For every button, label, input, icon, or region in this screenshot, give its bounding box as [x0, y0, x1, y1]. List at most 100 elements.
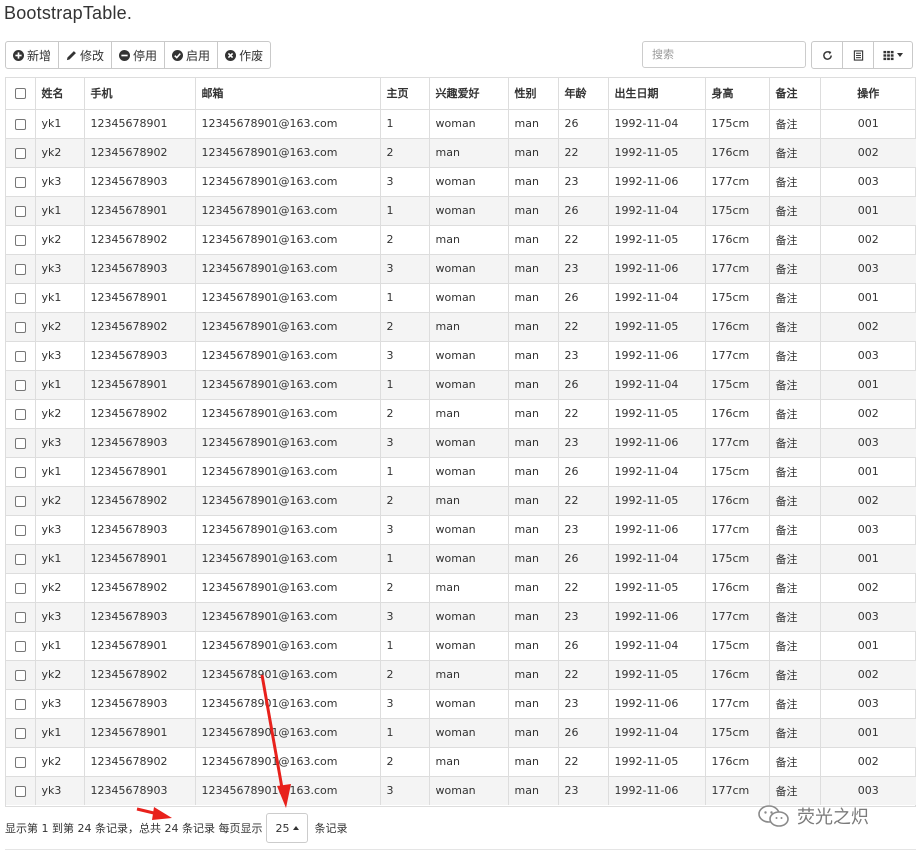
row-select-cell[interactable]: [6, 340, 35, 370]
column-header-email[interactable]: 邮箱: [194, 78, 380, 109]
edit-button[interactable]: 修改: [58, 41, 113, 69]
table-row[interactable]: yk3 12345678903 12345678901@163.com 3 woman m…: [6, 601, 916, 631]
row-select-cell[interactable]: [6, 195, 35, 225]
row-select-cell[interactable]: [6, 456, 35, 486]
table-row[interactable]: yk3 12345678903 12345678901@163.com 3 woman m…: [6, 775, 916, 805]
row-checkbox[interactable]: [14, 524, 26, 536]
row-checkbox[interactable]: [14, 785, 26, 797]
row-checkbox[interactable]: [14, 611, 26, 623]
cell-homepage: 2: [379, 137, 429, 167]
table-row[interactable]: yk1 12345678901 12345678901@163.com 1 woman m…: [6, 456, 916, 486]
table-row[interactable]: yk2 12345678902 12345678901@163.com 2 man man…: [6, 485, 916, 515]
table-row[interactable]: yk2 12345678902 12345678901@163.com 2 man man…: [6, 572, 916, 602]
table-row[interactable]: yk1 12345678901 12345678901@163.com 1 woman m…: [6, 282, 916, 312]
row-select-cell[interactable]: [6, 485, 35, 515]
table-row[interactable]: yk1 12345678901 12345678901@163.com 1 woman m…: [6, 108, 916, 138]
row-checkbox[interactable]: [14, 640, 26, 652]
table-row[interactable]: yk3 12345678903 12345678901@163.com 3 woman m…: [6, 166, 916, 196]
table-row[interactable]: yk3 12345678903 12345678901@163.com 3 woman m…: [6, 427, 916, 457]
cell-name: yk2: [34, 137, 84, 167]
row-select-cell[interactable]: [6, 282, 35, 312]
row-checkbox[interactable]: [14, 408, 26, 420]
row-checkbox[interactable]: [14, 466, 26, 478]
void-button[interactable]: 作废: [217, 41, 272, 69]
row-select-cell[interactable]: [6, 688, 35, 718]
row-select-cell[interactable]: [6, 717, 35, 747]
row-checkbox[interactable]: [14, 437, 26, 449]
row-select-cell[interactable]: [6, 369, 35, 399]
row-select-cell[interactable]: [6, 601, 35, 631]
row-select-cell[interactable]: [6, 398, 35, 428]
x-circle-icon: [225, 49, 237, 61]
table-row[interactable]: yk1 12345678901 12345678901@163.com 1 woman m…: [6, 369, 916, 399]
column-header-birthdate[interactable]: 出生日期: [607, 78, 705, 109]
table-row[interactable]: yk3 12345678903 12345678901@163.com 3 woman m…: [6, 688, 916, 718]
table-row[interactable]: yk2 12345678902 12345678901@163.com 2 man man…: [6, 137, 916, 167]
column-header-hobby[interactable]: 兴趣爱好: [428, 78, 508, 109]
row-select-cell[interactable]: [6, 224, 35, 254]
row-select-cell[interactable]: [6, 108, 35, 138]
row-checkbox[interactable]: [14, 756, 26, 768]
table-row[interactable]: yk2 12345678902 12345678901@163.com 2 man man…: [6, 224, 916, 254]
table-row[interactable]: yk1 12345678901 12345678901@163.com 1 woman m…: [6, 195, 916, 225]
row-checkbox[interactable]: [14, 263, 26, 275]
table-row[interactable]: yk3 12345678903 12345678901@163.com 3 woman m…: [6, 253, 916, 283]
column-header-actions[interactable]: 操作: [819, 78, 916, 109]
column-header-height[interactable]: 身高: [704, 78, 769, 109]
row-checkbox[interactable]: [14, 669, 26, 681]
table-row[interactable]: yk1 12345678901 12345678901@163.com 1 woman m…: [6, 717, 916, 747]
page-size-dropdown[interactable]: 25: [266, 813, 309, 843]
table-row[interactable]: yk3 12345678903 12345678901@163.com 3 woman m…: [6, 514, 916, 544]
select-all-cell[interactable]: [6, 78, 35, 109]
row-checkbox[interactable]: [14, 495, 26, 507]
row-select-cell[interactable]: [6, 630, 35, 660]
row-checkbox[interactable]: [14, 553, 26, 565]
row-select-cell[interactable]: [6, 775, 35, 805]
row-checkbox[interactable]: [14, 582, 26, 594]
column-header-name[interactable]: 姓名: [34, 78, 84, 109]
row-checkbox[interactable]: [14, 379, 26, 391]
row-checkbox[interactable]: [14, 321, 26, 333]
toggle-view-button[interactable]: [842, 41, 874, 69]
table-row[interactable]: yk1 12345678901 12345678901@163.com 1 woman m…: [6, 630, 916, 660]
column-header-gender[interactable]: 性别: [507, 78, 558, 109]
table-row[interactable]: yk2 12345678902 12345678901@163.com 2 man man…: [6, 746, 916, 776]
table-row[interactable]: yk1 12345678901 12345678901@163.com 1 woman m…: [6, 543, 916, 573]
column-header-age[interactable]: 年龄: [557, 78, 608, 109]
cell-name: yk3: [34, 166, 84, 196]
row-select-cell[interactable]: [6, 253, 35, 283]
column-header-phone[interactable]: 手机: [83, 78, 195, 109]
row-select-cell[interactable]: [6, 137, 35, 167]
table-row[interactable]: yk3 12345678903 12345678901@163.com 3 woman m…: [6, 340, 916, 370]
row-checkbox[interactable]: [14, 147, 26, 159]
row-select-cell[interactable]: [6, 659, 35, 689]
row-select-cell[interactable]: [6, 166, 35, 196]
table-row[interactable]: yk2 12345678902 12345678901@163.com 2 man man…: [6, 659, 916, 689]
row-select-cell[interactable]: [6, 427, 35, 457]
row-checkbox[interactable]: [14, 118, 26, 130]
select-all-checkbox[interactable]: [14, 88, 26, 100]
disable-button[interactable]: 停用: [111, 41, 166, 69]
table-row[interactable]: yk2 12345678902 12345678901@163.com 2 man man…: [6, 398, 916, 428]
row-select-cell[interactable]: [6, 543, 35, 573]
columns-button[interactable]: [873, 41, 913, 69]
column-header-homepage[interactable]: 主页: [379, 78, 429, 109]
row-checkbox[interactable]: [14, 727, 26, 739]
cell-birthdate: 1992-11-05: [607, 224, 705, 254]
row-checkbox[interactable]: [14, 205, 26, 217]
search-input[interactable]: [642, 41, 806, 68]
row-select-cell[interactable]: [6, 311, 35, 341]
row-select-cell[interactable]: [6, 572, 35, 602]
row-checkbox[interactable]: [14, 234, 26, 246]
row-checkbox[interactable]: [14, 292, 26, 304]
row-checkbox[interactable]: [14, 176, 26, 188]
row-select-cell[interactable]: [6, 514, 35, 544]
row-checkbox[interactable]: [14, 350, 26, 362]
enable-button[interactable]: 启用: [164, 41, 219, 69]
column-header-remark[interactable]: 备注: [768, 78, 820, 109]
add-button[interactable]: 新增: [5, 41, 60, 69]
row-select-cell[interactable]: [6, 746, 35, 776]
row-checkbox[interactable]: [14, 698, 26, 710]
refresh-button[interactable]: [811, 41, 843, 69]
table-row[interactable]: yk2 12345678902 12345678901@163.com 2 man man…: [6, 311, 916, 341]
